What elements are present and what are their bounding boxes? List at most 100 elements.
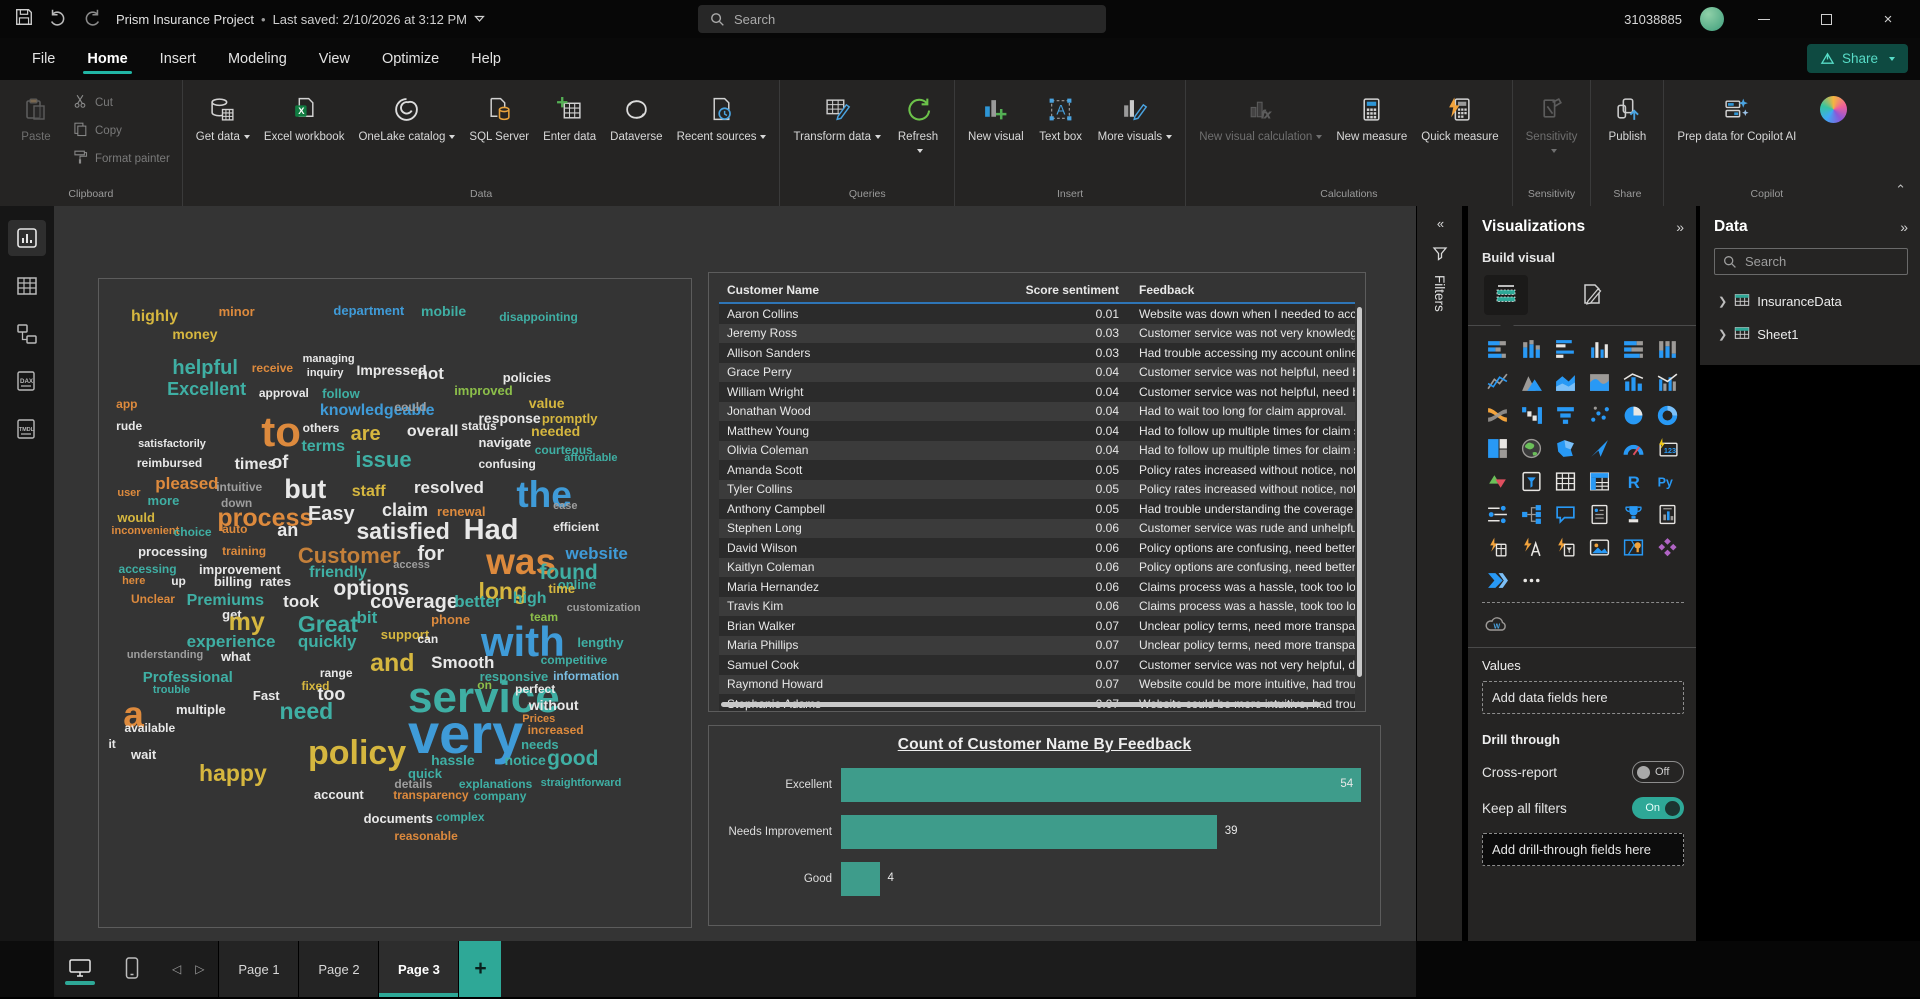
- table-icon[interactable]: [1550, 468, 1580, 494]
- line-clustered-column-chart-icon[interactable]: [1652, 369, 1682, 395]
- stacked-bar-chart-icon[interactable]: [1482, 336, 1512, 362]
- table-row[interactable]: Jeremy Ross0.03Customer service was not …: [719, 324, 1355, 344]
- share-button[interactable]: Share: [1807, 44, 1908, 73]
- desktop-view-button[interactable]: [54, 941, 106, 997]
- chart-bar[interactable]: [841, 815, 1217, 849]
- tab-page-3[interactable]: Page 3: [379, 941, 459, 997]
- menu-view[interactable]: View: [305, 42, 364, 76]
- transform-data-button[interactable]: Transform data: [788, 88, 886, 185]
- data-field-insurancedata[interactable]: ❯InsuranceData: [1714, 285, 1908, 318]
- dax-query-view-icon[interactable]: DAX: [8, 364, 46, 400]
- filled-map-icon[interactable]: [1550, 435, 1580, 461]
- funnel-chart-icon[interactable]: [1550, 402, 1580, 428]
- copilot-button[interactable]: [1805, 88, 1861, 185]
- r-script-icon[interactable]: R: [1618, 468, 1648, 494]
- waterfall-chart-icon[interactable]: [1516, 402, 1546, 428]
- project-title[interactable]: Prism Insurance Project: [116, 12, 254, 27]
- column-header-customer-name[interactable]: Customer Name: [719, 283, 1009, 297]
- word-cloud-custom-visual-icon[interactable]: W: [1482, 611, 1512, 637]
- table-row[interactable]: David Wilson0.06Policy options are confu…: [719, 538, 1355, 558]
- hundred-stacked-area-chart-icon[interactable]: [1584, 369, 1614, 395]
- table-row[interactable]: Amanda Scott0.05Policy rates increased w…: [719, 460, 1355, 480]
- scorecard-icon[interactable]: [1550, 534, 1580, 560]
- map-icon[interactable]: [1516, 435, 1546, 461]
- add-drill-through-fields-dropzone[interactable]: Add drill-through fields here: [1482, 833, 1684, 866]
- qa-visual-icon[interactable]: [1550, 501, 1580, 527]
- new-visual-calculation-button[interactable]: fx New visual calculation: [1194, 88, 1327, 185]
- table-row[interactable]: William Wright0.04Customer service was n…: [719, 382, 1355, 402]
- prep-data-copilot-button[interactable]: Prep data for Copilot AI: [1672, 88, 1801, 185]
- hundred-stacked-column-chart-icon[interactable]: [1652, 336, 1682, 362]
- save-icon[interactable]: [14, 7, 34, 32]
- report-canvas[interactable]: highlyminormoneydepartmentmobiledisappoi…: [54, 206, 1416, 941]
- clustered-column-chart-icon[interactable]: [1584, 336, 1614, 362]
- data-search-input[interactable]: Search: [1714, 248, 1908, 275]
- get-data-button[interactable]: Get data: [191, 88, 255, 185]
- scatter-chart-icon[interactable]: [1584, 402, 1614, 428]
- card-icon[interactable]: 123: [1652, 435, 1682, 461]
- area-chart-icon[interactable]: [1516, 369, 1546, 395]
- matrix-icon[interactable]: [1584, 468, 1614, 494]
- cross-report-toggle[interactable]: Off: [1632, 761, 1684, 783]
- next-page-icon[interactable]: ▷: [195, 962, 204, 976]
- table-row[interactable]: Tyler Collins0.05Policy rates increased …: [719, 480, 1355, 500]
- chart-bar[interactable]: [841, 862, 880, 896]
- data-field-sheet1[interactable]: ❯Sheet1: [1714, 318, 1908, 351]
- build-visual-tab[interactable]: [1484, 275, 1528, 315]
- menu-optimize[interactable]: Optimize: [368, 42, 453, 76]
- minimize-button[interactable]: [1742, 2, 1786, 36]
- treemap-icon[interactable]: [1482, 435, 1512, 461]
- table-row[interactable]: Olivia Coleman0.04Had to follow up multi…: [719, 441, 1355, 461]
- format-painter-button[interactable]: Format painter: [68, 146, 174, 171]
- recent-sources-button[interactable]: Recent sources: [672, 88, 772, 185]
- keep-all-filters-toggle[interactable]: On: [1632, 797, 1684, 819]
- more-visuals-button[interactable]: More visuals: [1093, 88, 1178, 185]
- hundred-stacked-bar-chart-icon[interactable]: [1618, 336, 1648, 362]
- menu-home[interactable]: Home: [73, 42, 141, 76]
- filters-pane-collapsed[interactable]: « Filters: [1416, 206, 1462, 941]
- quick-measure-button[interactable]: Quick measure: [1416, 88, 1503, 185]
- table-row[interactable]: Samuel Cook0.07Customer service was not …: [719, 655, 1355, 675]
- menu-help[interactable]: Help: [457, 42, 515, 76]
- text-box-button[interactable]: A Text box: [1033, 88, 1089, 185]
- pie-chart-icon[interactable]: [1618, 402, 1648, 428]
- close-button[interactable]: ×: [1866, 2, 1910, 36]
- table-row[interactable]: Brian Walker0.07Unclear policy terms, ne…: [719, 616, 1355, 636]
- feedback-table-visual[interactable]: Customer Name Score sentiment Feedback A…: [708, 272, 1366, 712]
- redo-icon[interactable]: [82, 7, 102, 32]
- table-row[interactable]: Maria Phillips0.07Unclear policy terms, …: [719, 636, 1355, 656]
- arcgis-map-icon[interactable]: [1618, 534, 1648, 560]
- refresh-button[interactable]: Refresh: [890, 88, 946, 185]
- sensitivity-button[interactable]: Sensitivity: [1521, 88, 1583, 185]
- table-row[interactable]: Kaitlyn Coleman0.06Policy options are co…: [719, 558, 1355, 578]
- metrics-icon[interactable]: [1618, 501, 1648, 527]
- slicer-icon[interactable]: [1516, 468, 1546, 494]
- paginated-report-icon[interactable]: [1652, 501, 1682, 527]
- column-header-score-sentiment[interactable]: Score sentiment: [1009, 283, 1129, 297]
- table-row[interactable]: Aaron Collins0.01Website was down when I…: [719, 304, 1355, 324]
- table-row[interactable]: Matthew Young0.04Had to follow up multip…: [719, 421, 1355, 441]
- tmdl-view-icon[interactable]: TMDL: [8, 412, 46, 448]
- new-visual-button[interactable]: New visual: [963, 88, 1029, 185]
- cut-button[interactable]: Cut: [68, 90, 174, 115]
- title-dropdown-icon[interactable]: [474, 15, 485, 23]
- expand-chevron-icon[interactable]: ❯: [1718, 295, 1727, 308]
- expand-pane-icon[interactable]: «: [1437, 216, 1442, 231]
- table-row[interactable]: Travis Kim0.06Claims process was a hassl…: [719, 597, 1355, 617]
- table-horizontal-scrollbar[interactable]: [721, 702, 1321, 707]
- stacked-column-chart-icon[interactable]: [1516, 336, 1546, 362]
- bar-chart-visual[interactable]: Count of Customer Name By Feedback Excel…: [708, 725, 1381, 926]
- undo-icon[interactable]: [48, 7, 68, 32]
- table-row[interactable]: Allison Sanders0.03Had trouble accessing…: [719, 343, 1355, 363]
- gauge-icon[interactable]: [1618, 435, 1648, 461]
- table-row[interactable]: Raymond Howard0.07Website could be more …: [719, 675, 1355, 695]
- image-visual-icon[interactable]: [1584, 534, 1614, 560]
- dataverse-button[interactable]: Dataverse: [605, 88, 667, 185]
- excel-workbook-button[interactable]: X Excel workbook: [259, 88, 350, 185]
- column-header-feedback[interactable]: Feedback: [1129, 283, 1355, 297]
- line-chart-icon[interactable]: [1482, 369, 1512, 395]
- expand-chevron-icon[interactable]: ❯: [1718, 328, 1727, 341]
- add-page-button[interactable]: +: [459, 941, 501, 997]
- table-vertical-scrollbar[interactable]: [1357, 307, 1362, 677]
- table-row[interactable]: Jonathan Wood0.04Had to wait too long fo…: [719, 402, 1355, 422]
